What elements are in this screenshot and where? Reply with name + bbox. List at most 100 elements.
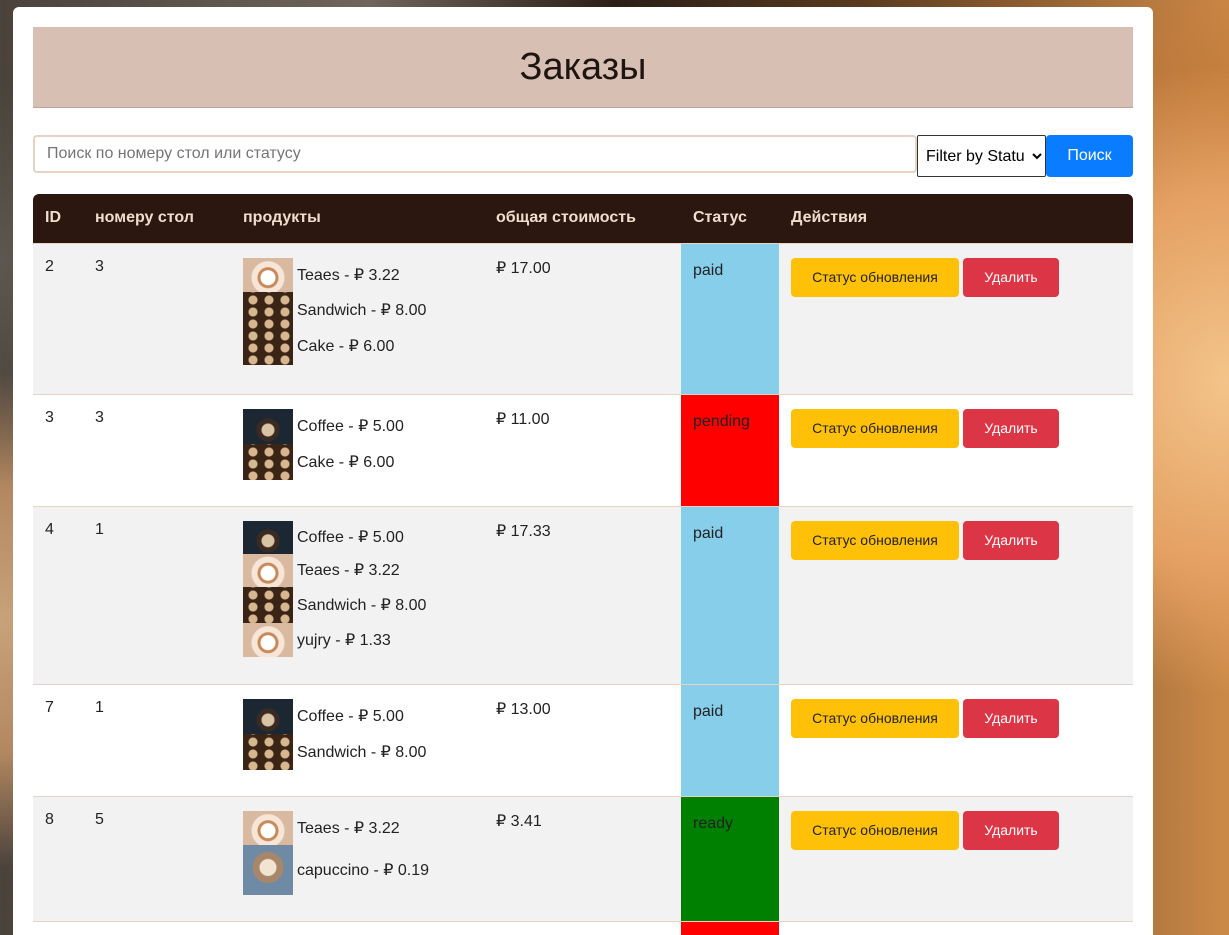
table-cell: [484, 920, 681, 935]
column-header-total: общая стоимость: [484, 194, 681, 243]
total-cost-cell: ₽ 3.41: [484, 795, 681, 921]
orders-table-body: 2 3 Teaes - ₽ 3.22 Sandwich - ₽ 8.00 Cake - …: [33, 242, 1133, 935]
products-cell: Coffee - ₽ 5.00 Sandwich - ₽ 8.00: [231, 683, 484, 796]
product-item: Teaes - ₽ 3.22: [243, 810, 472, 845]
product-label: Coffee - ₽ 5.00: [297, 529, 404, 546]
update-status-button[interactable]: Статус обновления: [791, 257, 959, 297]
status-badge: [681, 920, 779, 935]
table-row: 2 3 Teaes - ₽ 3.22 Sandwich - ₽ 8.00 Cake - …: [33, 242, 1133, 394]
table-header-row: ID номеру стол продукты общая стоимость …: [33, 194, 1133, 243]
cookies-thumbnail: [243, 291, 293, 328]
delete-button[interactable]: Удалить: [963, 408, 1059, 448]
cookies-thumbnail: [243, 443, 293, 480]
delete-button[interactable]: Удалить: [963, 810, 1059, 850]
product-label: Teaes - ₽ 3.22: [297, 266, 400, 284]
tea-thumbnail: [243, 257, 293, 292]
status-filter-select[interactable]: Filter by Status: [917, 135, 1046, 177]
actions-cell: Статус обновления Удалить: [779, 795, 1133, 921]
order-id-cell: 2: [33, 242, 83, 394]
total-cost-cell: ₽ 17.33: [484, 505, 681, 684]
table-cell: [779, 920, 1133, 935]
delete-button[interactable]: Удалить: [963, 698, 1059, 738]
column-header-products: продукты: [231, 194, 484, 243]
table-number-cell: 5: [83, 795, 231, 921]
actions-cell: Статус обновления Удалить: [779, 683, 1133, 796]
order-id-cell: 8: [33, 795, 83, 921]
product-label: Cake - ₽ 6.00: [297, 453, 395, 471]
column-header-id: ID: [33, 194, 83, 243]
search-button[interactable]: Поиск: [1046, 135, 1133, 177]
column-header-status: Статус: [681, 194, 779, 243]
coffee-thumbnail: [243, 408, 293, 444]
table-number-cell: 3: [83, 242, 231, 394]
product-label: capuccino - ₽ 0.19: [297, 861, 430, 879]
table-row: 4 1 Coffee - ₽ 5.00 Teaes - ₽ 3.22 Sandwich …: [33, 505, 1133, 684]
row-actions: Статус обновления Удалить: [791, 408, 1121, 448]
product-item: Sandwich - ₽ 8.00: [243, 586, 472, 623]
status-badge: ready: [681, 795, 779, 921]
product-item: Coffee - ₽ 5.00: [243, 520, 472, 554]
orders-panel: Заказы Filter by Status Поиск ID номеру …: [13, 7, 1153, 935]
products-cell: Coffee - ₽ 5.00 Cake - ₽ 6.00: [231, 393, 484, 506]
product-item: Cake - ₽ 6.00: [243, 443, 472, 480]
update-status-button[interactable]: Статус обновления: [791, 810, 959, 850]
product-item: Sandwich - ₽ 8.00: [243, 733, 472, 770]
delete-button[interactable]: Удалить: [963, 520, 1059, 560]
actions-cell: Статус обновления Удалить: [779, 505, 1133, 684]
product-label: yujry - ₽ 1.33: [297, 631, 391, 649]
table-row: 7 1 Coffee - ₽ 5.00 Sandwich - ₽ 8.00 ₽ 13.0…: [33, 683, 1133, 796]
product-label: Sandwich - ₽ 8.00: [297, 301, 427, 319]
coffee-thumbnail: [243, 698, 293, 734]
product-item: Coffee - ₽ 5.00: [243, 408, 472, 444]
product-item: Cake - ₽ 6.00: [243, 327, 472, 365]
row-actions: Статус обновления Удалить: [791, 520, 1121, 560]
row-actions: Статус обновления Удалить: [791, 257, 1121, 297]
actions-cell: Статус обновления Удалить: [779, 393, 1133, 506]
update-status-button[interactable]: Статус обновления: [791, 408, 959, 448]
row-actions: Статус обновления Удалить: [791, 810, 1121, 850]
coffee-thumbnail: [243, 520, 293, 554]
total-cost-cell: ₽ 13.00: [484, 683, 681, 796]
page-header: Заказы: [33, 27, 1133, 108]
product-label: Teaes - ₽ 3.22: [297, 562, 400, 579]
total-cost-cell: ₽ 11.00: [484, 393, 681, 506]
products-cell: Coffee - ₽ 5.00 Teaes - ₽ 3.22 Sandwich - …: [231, 505, 484, 684]
product-label: Cake - ₽ 6.00: [297, 338, 395, 355]
table-number-cell: 3: [83, 393, 231, 506]
row-actions: Статус обновления Удалить: [791, 698, 1121, 738]
cappuccino-thumbnail: [243, 844, 293, 895]
product-item: Teaes - ₽ 3.22: [243, 257, 472, 292]
product-label: Sandwich - ₽ 8.00: [297, 596, 427, 614]
order-id-cell: 4: [33, 505, 83, 684]
delete-button[interactable]: Удалить: [963, 257, 1059, 297]
table-number-cell: 1: [83, 505, 231, 684]
status-badge: pending: [681, 393, 779, 506]
update-status-button[interactable]: Статус обновления: [791, 520, 959, 560]
page-title: Заказы: [519, 45, 647, 88]
cookies-thumbnail: [243, 586, 293, 623]
tea-thumbnail: [243, 622, 293, 657]
column-header-actions: Действия: [779, 194, 1133, 243]
status-badge: paid: [681, 683, 779, 796]
orders-table: ID номеру стол продукты общая стоимость …: [33, 194, 1133, 935]
column-header-table: номеру стол: [83, 194, 231, 243]
table-cell: [33, 920, 83, 935]
product-item: Sandwich - ₽ 8.00: [243, 291, 472, 328]
tea-thumbnail: [243, 810, 293, 845]
table-row: 8 5 Teaes - ₽ 3.22 capuccino - ₽ 0.19 ₽ 3.41…: [33, 795, 1133, 921]
total-cost-cell: ₽ 17.00: [484, 242, 681, 394]
status-badge: paid: [681, 505, 779, 684]
table-row: 3 3 Coffee - ₽ 5.00 Cake - ₽ 6.00 ₽ 11.00 pen…: [33, 393, 1133, 506]
order-id-cell: 3: [33, 393, 83, 506]
product-item: yujry - ₽ 1.33: [243, 622, 472, 657]
cookies-thumbnail: [243, 327, 293, 365]
update-status-button[interactable]: Статус обновления: [791, 698, 959, 738]
products-cell: Teaes - ₽ 3.22 capuccino - ₽ 0.19: [231, 795, 484, 921]
order-id-cell: 7: [33, 683, 83, 796]
product-label: Teaes - ₽ 3.22: [297, 819, 400, 837]
products-cell: Teaes - ₽ 3.22 Sandwich - ₽ 8.00 Cake - ₽ …: [231, 242, 484, 394]
search-input[interactable]: [33, 135, 917, 173]
product-item: Coffee - ₽ 5.00: [243, 698, 472, 734]
table-cell: [231, 920, 484, 935]
table-cell: [83, 920, 231, 935]
